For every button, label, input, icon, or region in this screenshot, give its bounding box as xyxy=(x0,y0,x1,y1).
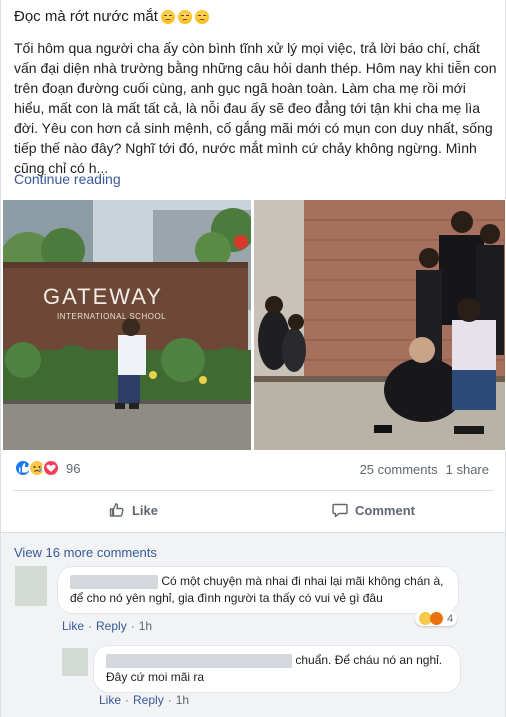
blurred-commenter-name[interactable] xyxy=(106,653,292,668)
like-button[interactable]: Like xyxy=(13,492,253,528)
shares-count-link[interactable]: 1 share xyxy=(446,462,489,477)
avatar[interactable] xyxy=(62,648,88,676)
post-photos: GATEWAY INTERNATIONAL SCHOOL xyxy=(1,199,506,451)
like-button-label: Like xyxy=(131,502,158,518)
comment-reply-link[interactable]: Reply xyxy=(96,619,127,633)
blurred-commenter-name[interactable] xyxy=(70,574,158,589)
reply-timestamp[interactable]: 1h xyxy=(176,693,189,707)
school-sign-photo[interactable]: GATEWAY INTERNATIONAL SCHOOL xyxy=(3,200,251,450)
comment-bubble-icon xyxy=(332,503,348,518)
separator-dot: · xyxy=(130,619,135,633)
headline-text: Đọc mà rớt nước mắt xyxy=(14,8,158,25)
avatar[interactable] xyxy=(15,566,47,606)
reply-like-link[interactable]: Like xyxy=(99,693,121,707)
comment-reaction-count: 4 xyxy=(447,612,454,625)
comment-timestamp[interactable]: 1h xyxy=(139,619,152,633)
school-sign-text: GATEWAY xyxy=(43,284,163,309)
divider xyxy=(13,490,493,491)
facebook-post: Đọc mà rớt nước mắt Tối hôm qua người ch… xyxy=(0,0,506,717)
comment-like-link[interactable]: Like xyxy=(62,619,84,633)
separator-dot: · xyxy=(88,619,93,633)
reply-text-line1: chuẩn. Để cháu nó an nghỉ. xyxy=(295,653,443,667)
reply-bubble: chuẩn. Để cháu nó an nghỉ. Đây cứ moi mã… xyxy=(93,645,461,693)
view-more-comments-link[interactable]: View 16 more comments xyxy=(14,545,157,560)
separator-dot: · xyxy=(167,693,172,707)
separator-dot: · xyxy=(125,693,130,707)
post-headline: Đọc mà rớt nước mắt xyxy=(14,8,209,25)
reply-text-line2: Đây cứ moi mãi ra xyxy=(106,670,205,684)
comment-reaction-badge[interactable]: 4 xyxy=(415,611,458,626)
comment-bubble: Có một chuyện mà nhai đi nhai lại mãi kh… xyxy=(57,566,459,614)
post-action-bar: Like Comment xyxy=(13,492,493,528)
comment-button-label: Comment xyxy=(355,502,415,518)
pensive-emoji-icon xyxy=(177,9,192,24)
love-reaction-icon xyxy=(42,459,60,477)
comment-button[interactable]: Comment xyxy=(253,492,493,528)
reaction-summary[interactable]: 96 xyxy=(14,459,80,477)
funeral-illustration xyxy=(254,200,505,450)
engagement-counts: 25 comments 1 share xyxy=(360,462,489,477)
pensive-emoji-icon xyxy=(160,9,175,24)
reaction-count: 96 xyxy=(66,460,81,476)
comments-count-link[interactable]: 25 comments xyxy=(360,462,438,477)
reply-reply-link[interactable]: Reply xyxy=(133,693,164,707)
reply-meta: Like · Reply · 1h xyxy=(99,693,189,707)
continue-reading-link[interactable]: Continue reading xyxy=(14,171,121,187)
school-sign-subtext: INTERNATIONAL SCHOOL xyxy=(57,312,167,321)
pensive-emoji-icon xyxy=(194,9,209,24)
comment-meta: Like · Reply · 1h xyxy=(62,619,152,633)
funeral-photo[interactable] xyxy=(254,200,505,450)
thumbs-up-icon xyxy=(109,503,124,517)
school-sign-illustration xyxy=(3,200,251,450)
post-body-text: Tối hôm qua người cha ấy còn bình tĩnh x… xyxy=(14,40,497,176)
angry-reaction-icon xyxy=(430,612,443,625)
